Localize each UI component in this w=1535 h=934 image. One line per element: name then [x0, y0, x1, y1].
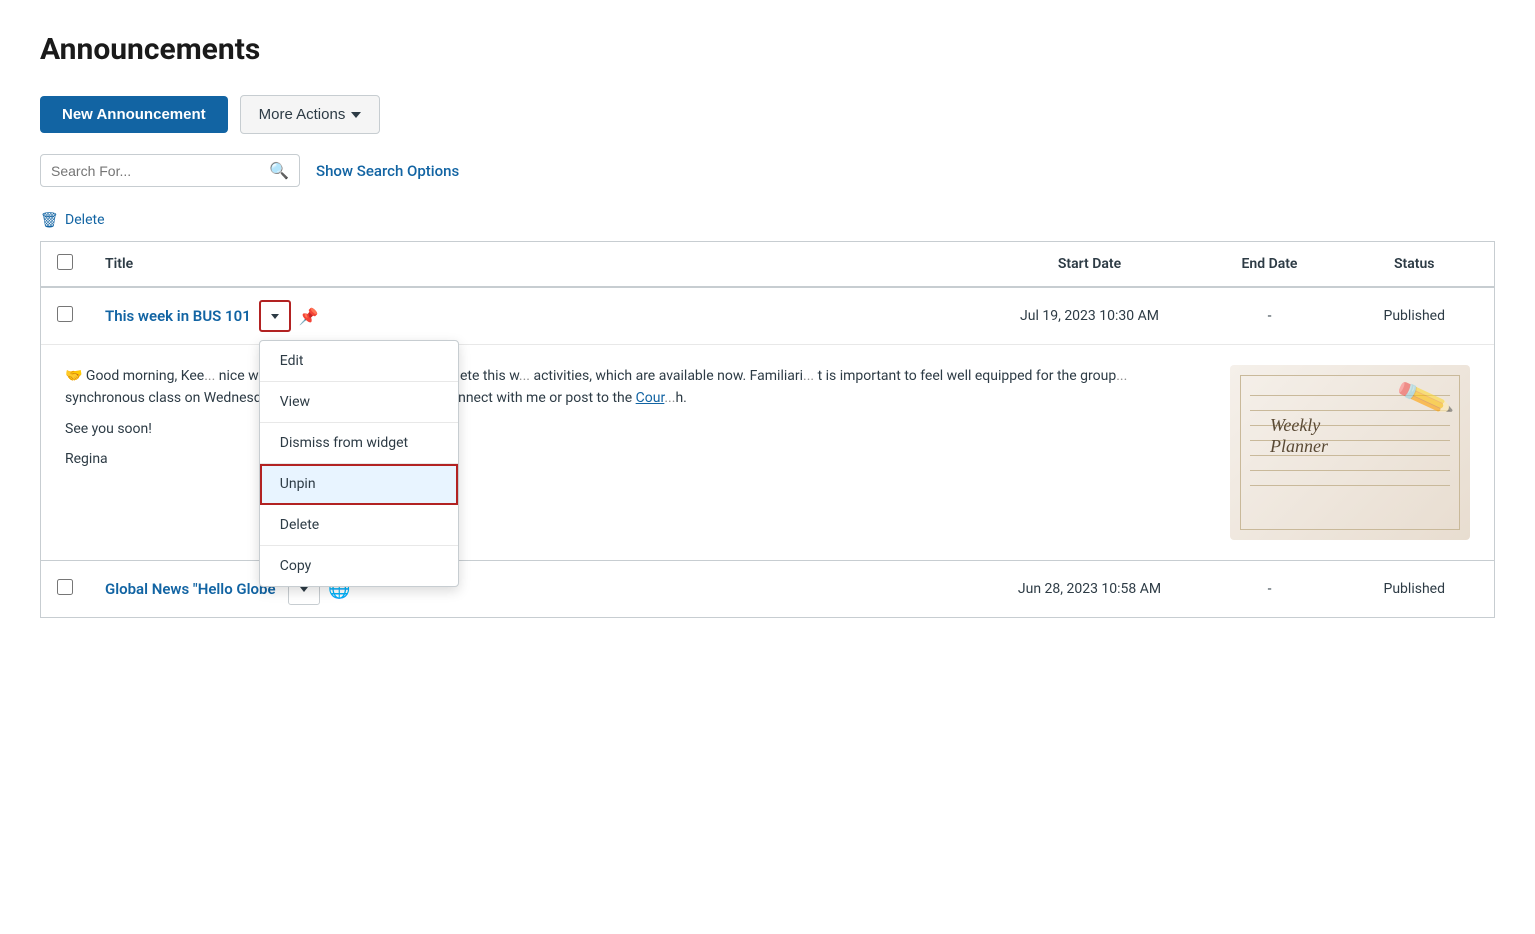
row-checkbox-cell	[41, 287, 90, 344]
row-checkbox[interactable]	[57, 306, 73, 322]
table-body: This week in BUS 101 Edit View Dismiss f…	[41, 287, 1495, 618]
search-input[interactable]	[51, 163, 265, 179]
show-search-options-link[interactable]: Show Search Options	[316, 162, 459, 180]
dropdown-menu: Edit View Dismiss from widget Unpin Dele…	[259, 340, 459, 587]
menu-item-view[interactable]: View	[260, 382, 458, 423]
more-actions-label: More Actions	[259, 106, 346, 123]
menu-item-dismiss-widget[interactable]: Dismiss from widget	[260, 423, 458, 464]
row-checkbox[interactable]	[57, 579, 73, 595]
delete-label: Delete	[65, 212, 104, 228]
menu-item-unpin[interactable]: Unpin	[260, 464, 458, 505]
row-end-date: -	[1205, 287, 1335, 344]
chevron-down-icon	[351, 112, 361, 118]
header-start-date: Start Date	[975, 242, 1205, 288]
course-link[interactable]: Cour	[636, 390, 665, 406]
menu-item-copy[interactable]: Copy	[260, 546, 458, 586]
dropdown-menu-wrapper: Edit View Dismiss from widget Unpin Dele…	[259, 300, 291, 332]
row-start-date: Jul 19, 2023 10:30 AM	[975, 287, 1205, 344]
row-checkbox-cell	[41, 561, 90, 618]
announcement-title-link[interactable]: This week in BUS 101	[105, 307, 251, 325]
new-announcement-button[interactable]: New Announcement	[40, 96, 228, 133]
pin-icon: 📌	[299, 307, 319, 326]
header-status: Status	[1335, 242, 1495, 288]
title-cell: Global News "Hello Globe" 🌐	[105, 573, 959, 605]
chevron-down-small-icon	[271, 314, 279, 319]
page-title: Announcements	[40, 32, 1495, 67]
row-title-cell: This week in BUS 101 Edit View Dismiss f…	[89, 287, 975, 344]
table-header-row: Title Start Date End Date Status	[41, 242, 1495, 288]
search-row: 🔍 Show Search Options	[40, 154, 1495, 187]
row-status-2: Published	[1335, 561, 1495, 618]
expanded-text: 🤝 Good morning, Kee... nice weekend! Ple…	[65, 365, 1206, 540]
row-status: Published	[1335, 287, 1495, 344]
row-dropdown-button[interactable]	[259, 300, 291, 332]
delete-row[interactable]: 🗑 Delete	[40, 211, 1495, 229]
menu-item-edit[interactable]: Edit	[260, 341, 458, 382]
trash-icon: 🗑	[40, 211, 59, 229]
expanded-see-you-soon: See you soon!	[65, 418, 1206, 440]
expanded-signature: Regina	[65, 448, 1206, 470]
expanded-paragraph-1: 🤝 Good morning, Kee... nice weekend! Ple…	[65, 365, 1206, 410]
menu-item-delete[interactable]: Delete	[260, 505, 458, 546]
more-actions-button[interactable]: More Actions	[240, 95, 381, 134]
title-cell: This week in BUS 101 Edit View Dismiss f…	[105, 300, 959, 332]
announcement-title-link-2[interactable]: Global News "Hello Globe"	[105, 580, 280, 598]
announcements-table: Title Start Date End Date Status This we…	[40, 241, 1495, 618]
header-title: Title	[89, 242, 975, 288]
row-title-cell: Global News "Hello Globe" 🌐	[89, 561, 975, 618]
select-all-checkbox[interactable]	[57, 254, 73, 270]
header-end-date: End Date	[1205, 242, 1335, 288]
chevron-down-small-icon-2	[300, 587, 308, 592]
search-box: 🔍	[40, 154, 300, 187]
toolbar: New Announcement More Actions	[40, 95, 1495, 134]
notebook-text: WeeklyPlanner	[1270, 415, 1328, 457]
row-start-date-2: Jun 28, 2023 10:58 AM	[975, 561, 1205, 618]
table-header: Title Start Date End Date Status	[41, 242, 1495, 288]
row-end-date-2: -	[1205, 561, 1335, 618]
search-icon: 🔍	[269, 161, 289, 180]
table-row: This week in BUS 101 Edit View Dismiss f…	[41, 287, 1495, 344]
announcement-image: WeeklyPlanner ✏️	[1230, 365, 1470, 540]
header-checkbox-cell	[41, 242, 90, 288]
page-wrapper: Announcements New Announcement More Acti…	[0, 0, 1535, 650]
